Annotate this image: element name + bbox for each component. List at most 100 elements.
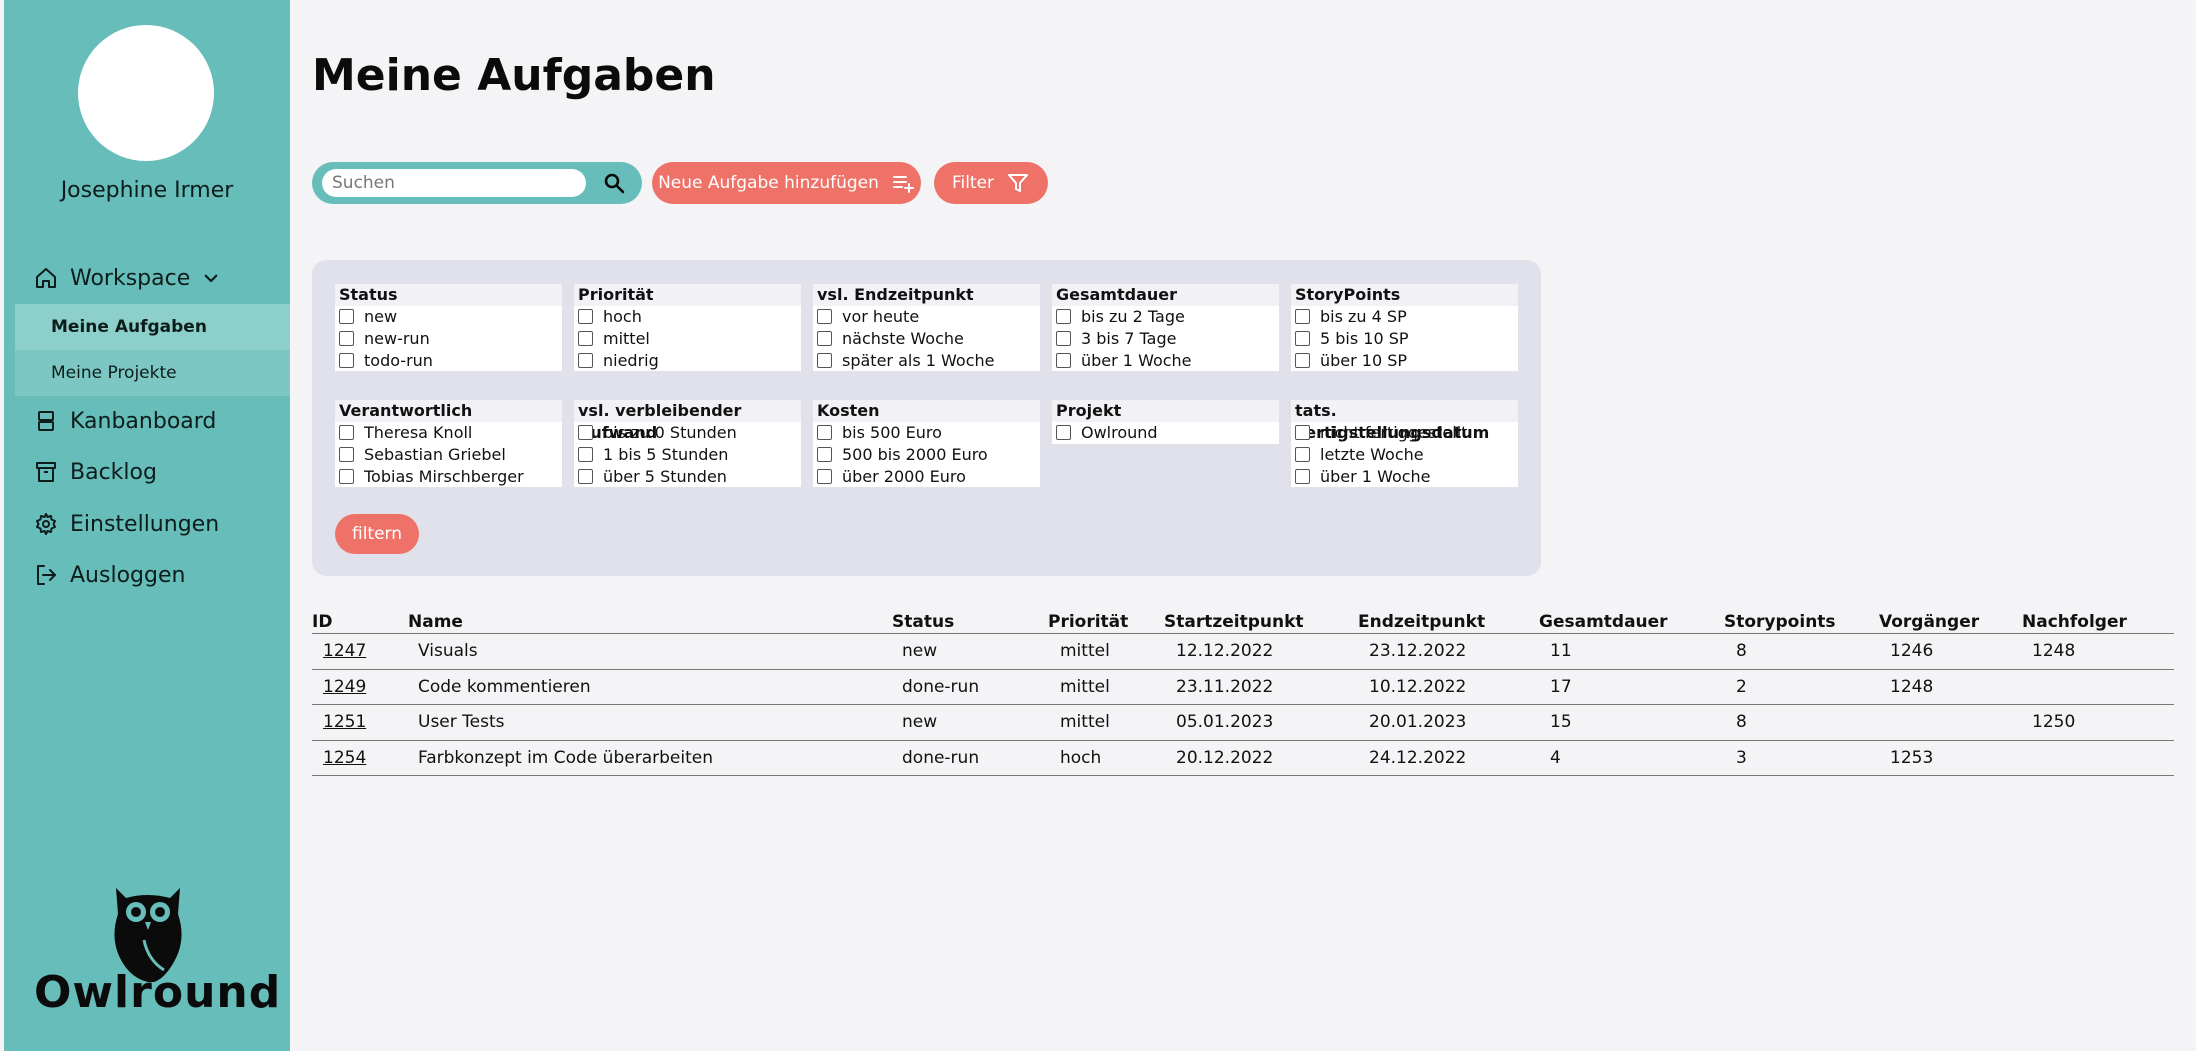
nav-kanbanboard[interactable]: Kanbanboard xyxy=(34,403,216,439)
filter-option[interactable]: niedrig xyxy=(574,349,801,371)
checkbox[interactable] xyxy=(578,425,593,441)
filter-group: tats. Fertigstellungsdatum nicht fertigge… xyxy=(1291,400,1518,488)
checkbox[interactable] xyxy=(1295,468,1310,484)
filter-option[interactable]: new xyxy=(335,306,562,328)
cell-id[interactable]: 1254 xyxy=(323,748,366,768)
cell-priority: mittel xyxy=(1060,676,1110,697)
cell-id[interactable]: 1247 xyxy=(323,641,366,661)
nav-ausloggen[interactable]: Ausloggen xyxy=(34,557,185,593)
cell-id[interactable]: 1251 xyxy=(323,712,366,732)
checkbox[interactable] xyxy=(1295,331,1310,347)
checkbox[interactable] xyxy=(1295,309,1310,325)
filter-option[interactable]: über 1 Woche xyxy=(1291,465,1518,487)
filter-option[interactable]: später als 1 Woche xyxy=(813,349,1040,371)
column-header-predecessor[interactable]: Vorgänger xyxy=(1879,612,1979,632)
checkbox[interactable] xyxy=(339,352,354,368)
filter-option[interactable]: bis zu 2 Tage xyxy=(1052,306,1279,328)
cell-id[interactable]: 1249 xyxy=(323,677,366,697)
filter-button[interactable]: Filter xyxy=(934,162,1048,204)
nav-kanbanboard-label: Kanbanboard xyxy=(70,408,217,434)
column-header-priority[interactable]: Priorität xyxy=(1048,612,1128,632)
checkbox[interactable] xyxy=(1295,447,1310,463)
filter-option[interactable]: 5 bis 10 SP xyxy=(1291,328,1518,350)
avatar[interactable] xyxy=(78,25,214,161)
search-icon[interactable] xyxy=(602,171,626,195)
column-header-end[interactable]: Endzeitpunkt xyxy=(1358,612,1485,632)
filter-option[interactable]: vor heute xyxy=(813,306,1040,328)
filter-option[interactable]: letzte Woche xyxy=(1291,444,1518,466)
column-header-start[interactable]: Startzeitpunkt xyxy=(1164,612,1304,632)
checkbox[interactable] xyxy=(817,352,832,368)
table-row[interactable]: 1249 Code kommentieren done-run mittel 23.11… xyxy=(312,670,2174,705)
column-header-successor[interactable]: Nachfolger xyxy=(2022,612,2127,632)
checkbox[interactable] xyxy=(578,352,593,368)
checkbox[interactable] xyxy=(1056,331,1071,347)
add-task-button[interactable]: Neue Aufgabe hinzufügen xyxy=(652,162,921,204)
cell-duration: 4 xyxy=(1550,747,1561,768)
checkbox[interactable] xyxy=(578,447,593,463)
column-header-status[interactable]: Status xyxy=(892,612,954,632)
checkbox[interactable] xyxy=(339,425,354,441)
filter-group-title: StoryPoints xyxy=(1291,284,1518,306)
checkbox[interactable] xyxy=(1295,425,1310,441)
cell-end: 10.12.2022 xyxy=(1369,676,1467,697)
nav-workspace[interactable]: Workspace xyxy=(34,260,220,296)
checkbox[interactable] xyxy=(578,309,593,325)
filter-option[interactable]: todo-run xyxy=(335,349,562,371)
filter-option-label: über 1 Woche xyxy=(1081,350,1192,370)
filter-option[interactable]: bis zu 4 SP xyxy=(1291,306,1518,328)
checkbox[interactable] xyxy=(339,331,354,347)
checkbox[interactable] xyxy=(1295,352,1310,368)
filter-option[interactable]: hoch xyxy=(574,306,801,328)
nav-meine-projekte[interactable]: Meine Projekte xyxy=(15,350,290,396)
filter-option[interactable]: über 5 Stunden xyxy=(574,465,801,487)
checkbox[interactable] xyxy=(578,468,593,484)
filter-option[interactable]: new-run xyxy=(335,328,562,350)
nav-backlog[interactable]: Backlog xyxy=(34,454,157,490)
filter-option[interactable]: 1 bis 5 Stunden xyxy=(574,444,801,466)
filter-group-title: Priorität xyxy=(574,284,801,306)
nav-meine-aufgaben[interactable]: Meine Aufgaben xyxy=(15,304,290,350)
column-header-storypoints[interactable]: Storypoints xyxy=(1724,612,1836,632)
filter-option[interactable]: bis 500 Euro xyxy=(813,422,1040,444)
checkbox[interactable] xyxy=(339,447,354,463)
table-row[interactable]: 1251 User Tests new mittel 05.01.2023 20.01.2… xyxy=(312,705,2174,741)
filter-option[interactable]: über 10 SP xyxy=(1291,349,1518,371)
filter-option[interactable]: bis zu 0 Stunden xyxy=(574,422,801,444)
filter-option[interactable]: mittel xyxy=(574,328,801,350)
cell-status: done-run xyxy=(902,676,980,697)
search-input[interactable] xyxy=(322,169,586,197)
nav-einstellungen[interactable]: Einstellungen xyxy=(34,506,219,542)
chevron-down-icon[interactable] xyxy=(202,269,220,287)
filter-option[interactable]: 500 bis 2000 Euro xyxy=(813,444,1040,466)
table-row[interactable]: 1254 Farbkonzept im Code überarbeiten done… xyxy=(312,741,2174,776)
column-header-duration[interactable]: Gesamtdauer xyxy=(1539,612,1668,632)
checkbox[interactable] xyxy=(817,309,832,325)
checkbox[interactable] xyxy=(817,331,832,347)
column-header-id[interactable]: ID xyxy=(312,612,332,632)
checkbox[interactable] xyxy=(1056,309,1071,325)
filter-option[interactable]: Owlround xyxy=(1052,422,1279,444)
filter-option[interactable]: Sebastian Griebel xyxy=(335,444,562,466)
filter-option[interactable]: über 2000 Euro xyxy=(813,465,1040,487)
column-header-name[interactable]: Name xyxy=(408,612,463,632)
filter-option[interactable]: 3 bis 7 Tage xyxy=(1052,328,1279,350)
checkbox[interactable] xyxy=(339,468,354,484)
checkbox[interactable] xyxy=(817,425,832,441)
cell-priority: mittel xyxy=(1060,712,1110,732)
checkbox[interactable] xyxy=(339,309,354,325)
checkbox[interactable] xyxy=(578,331,593,347)
nav-meine-aufgaben-label: Meine Aufgaben xyxy=(51,317,207,337)
filter-option[interactable]: Tobias Mirschberger xyxy=(335,465,562,487)
apply-filter-button[interactable]: filtern xyxy=(335,514,419,554)
checkbox[interactable] xyxy=(1056,352,1071,368)
filter-option[interactable]: über 1 Woche xyxy=(1052,349,1279,371)
checkbox[interactable] xyxy=(817,447,832,463)
page-title: Meine Aufgaben xyxy=(312,50,716,101)
filter-option[interactable]: Theresa Knoll xyxy=(335,422,562,444)
filter-option[interactable]: nächste Woche xyxy=(813,328,1040,350)
cell-status: new xyxy=(902,641,938,661)
checkbox[interactable] xyxy=(1056,425,1071,441)
table-row[interactable]: 1247 Visuals new mittel 12.12.2022 23.12.2022… xyxy=(312,634,2174,670)
checkbox[interactable] xyxy=(817,468,832,484)
